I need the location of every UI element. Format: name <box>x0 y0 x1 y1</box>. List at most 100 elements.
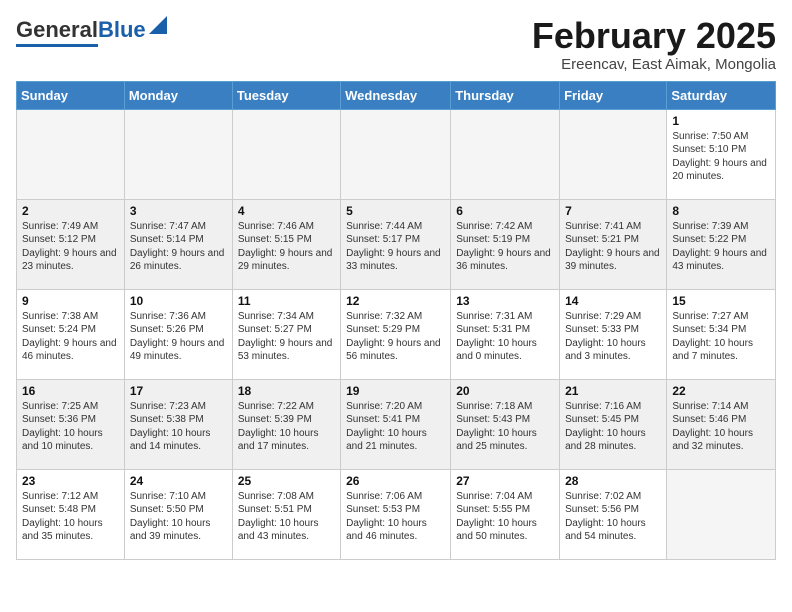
day-number: 12 <box>346 294 445 308</box>
day-info: Sunrise: 7:25 AM Sunset: 5:36 PM Dayligh… <box>22 400 119 454</box>
day-info: Sunrise: 7:29 AM Sunset: 5:33 PM Dayligh… <box>565 310 661 364</box>
weekday-header-monday: Monday <box>124 81 232 109</box>
calendar-day-cell: 23 Sunrise: 7:12 AM Sunset: 5:48 PM Dayli… <box>17 469 125 559</box>
day-number: 15 <box>672 294 770 308</box>
day-info: Sunrise: 7:41 AM Sunset: 5:21 PM Dayligh… <box>565 220 661 274</box>
weekday-header-thursday: Thursday <box>451 81 560 109</box>
calendar-week-row: 1 Sunrise: 7:50 AM Sunset: 5:10 PM Daylig… <box>17 109 776 199</box>
weekday-header-saturday: Saturday <box>667 81 776 109</box>
calendar-day-cell: 21 Sunrise: 7:16 AM Sunset: 5:45 PM Dayli… <box>560 379 667 469</box>
day-number: 25 <box>238 474 335 488</box>
calendar-day-cell: 9Sunrise: 7:38 AM Sunset: 5:24 PM Daylig… <box>17 289 125 379</box>
calendar-week-row: 2Sunrise: 7:49 AM Sunset: 5:12 PM Daylig… <box>17 199 776 289</box>
calendar-day-cell <box>560 109 667 199</box>
logo-underline <box>16 44 98 47</box>
calendar-week-row: 23 Sunrise: 7:12 AM Sunset: 5:48 PM Dayli… <box>17 469 776 559</box>
calendar-day-cell <box>341 109 451 199</box>
day-number: 4 <box>238 204 335 218</box>
calendar-day-cell <box>451 109 560 199</box>
day-number: 6 <box>456 204 554 218</box>
day-info: Sunrise: 7:39 AM Sunset: 5:22 PM Dayligh… <box>672 220 770 274</box>
calendar-day-cell: 25 Sunrise: 7:08 AM Sunset: 5:51 PM Dayli… <box>232 469 340 559</box>
day-info: Sunrise: 7:50 AM Sunset: 5:10 PM Dayligh… <box>672 130 770 184</box>
day-info: Sunrise: 7:36 AM Sunset: 5:26 PM Dayligh… <box>130 310 227 364</box>
logo: General Blue <box>16 16 167 47</box>
calendar-day-cell: 13 Sunrise: 7:31 AM Sunset: 5:31 PM Dayli… <box>451 289 560 379</box>
day-info: Sunrise: 7:22 AM Sunset: 5:39 PM Dayligh… <box>238 400 335 454</box>
day-info: Sunrise: 7:10 AM Sunset: 5:50 PM Dayligh… <box>130 490 227 544</box>
calendar-day-cell: 19Sunrise: 7:20 AM Sunset: 5:41 PM Dayli… <box>341 379 451 469</box>
calendar-day-cell <box>232 109 340 199</box>
calendar-day-cell: 12 Sunrise: 7:32 AM Sunset: 5:29 PM Dayli… <box>341 289 451 379</box>
day-info: Sunrise: 7:12 AM Sunset: 5:48 PM Dayligh… <box>22 490 119 544</box>
calendar-day-cell: 11Sunrise: 7:34 AM Sunset: 5:27 PM Dayli… <box>232 289 340 379</box>
day-info: Sunrise: 7:47 AM Sunset: 5:14 PM Dayligh… <box>130 220 227 274</box>
calendar-day-cell: 6Sunrise: 7:42 AM Sunset: 5:19 PM Daylig… <box>451 199 560 289</box>
calendar-day-cell: 14 Sunrise: 7:29 AM Sunset: 5:33 PM Dayli… <box>560 289 667 379</box>
day-info: Sunrise: 7:08 AM Sunset: 5:51 PM Dayligh… <box>238 490 335 544</box>
day-info: Sunrise: 7:23 AM Sunset: 5:38 PM Dayligh… <box>130 400 227 454</box>
calendar-table: SundayMondayTuesdayWednesdayThursdayFrid… <box>16 81 776 560</box>
logo-triangle-icon <box>149 16 167 34</box>
day-info: Sunrise: 7:18 AM Sunset: 5:43 PM Dayligh… <box>456 400 554 454</box>
day-number: 26 <box>346 474 445 488</box>
calendar-day-cell <box>124 109 232 199</box>
logo-general: General <box>16 17 98 43</box>
day-info: Sunrise: 7:44 AM Sunset: 5:17 PM Dayligh… <box>346 220 445 274</box>
calendar-day-cell: 7 Sunrise: 7:41 AM Sunset: 5:21 PM Daylig… <box>560 199 667 289</box>
calendar-day-cell: 5 Sunrise: 7:44 AM Sunset: 5:17 PM Daylig… <box>341 199 451 289</box>
calendar-week-row: 16 Sunrise: 7:25 AM Sunset: 5:36 PM Dayli… <box>17 379 776 469</box>
calendar-day-cell: 17 Sunrise: 7:23 AM Sunset: 5:38 PM Dayli… <box>124 379 232 469</box>
day-number: 19 <box>346 384 445 398</box>
day-number: 13 <box>456 294 554 308</box>
calendar-day-cell <box>17 109 125 199</box>
day-info: Sunrise: 7:49 AM Sunset: 5:12 PM Dayligh… <box>22 220 119 274</box>
day-info: Sunrise: 7:38 AM Sunset: 5:24 PM Dayligh… <box>22 310 119 364</box>
weekday-header-wednesday: Wednesday <box>341 81 451 109</box>
day-number: 5 <box>346 204 445 218</box>
logo-blue: Blue <box>98 17 146 43</box>
calendar-day-cell: 15 Sunrise: 7:27 AM Sunset: 5:34 PM Dayli… <box>667 289 776 379</box>
calendar-day-cell: 4 Sunrise: 7:46 AM Sunset: 5:15 PM Daylig… <box>232 199 340 289</box>
day-info: Sunrise: 7:14 AM Sunset: 5:46 PM Dayligh… <box>672 400 770 454</box>
day-number: 22 <box>672 384 770 398</box>
calendar-day-cell: 3 Sunrise: 7:47 AM Sunset: 5:14 PM Daylig… <box>124 199 232 289</box>
day-number: 7 <box>565 204 661 218</box>
day-info: Sunrise: 7:06 AM Sunset: 5:53 PM Dayligh… <box>346 490 445 544</box>
day-number: 21 <box>565 384 661 398</box>
calendar-day-cell: 28Sunrise: 7:02 AM Sunset: 5:56 PM Dayli… <box>560 469 667 559</box>
calendar-day-cell: 27Sunrise: 7:04 AM Sunset: 5:55 PM Dayli… <box>451 469 560 559</box>
day-number: 8 <box>672 204 770 218</box>
calendar-day-cell: 10 Sunrise: 7:36 AM Sunset: 5:26 PM Dayli… <box>124 289 232 379</box>
day-info: Sunrise: 7:16 AM Sunset: 5:45 PM Dayligh… <box>565 400 661 454</box>
day-number: 24 <box>130 474 227 488</box>
day-number: 17 <box>130 384 227 398</box>
calendar-day-cell: 1 Sunrise: 7:50 AM Sunset: 5:10 PM Daylig… <box>667 109 776 199</box>
weekday-header-friday: Friday <box>560 81 667 109</box>
day-info: Sunrise: 7:34 AM Sunset: 5:27 PM Dayligh… <box>238 310 335 364</box>
day-number: 10 <box>130 294 227 308</box>
calendar-day-cell: 2Sunrise: 7:49 AM Sunset: 5:12 PM Daylig… <box>17 199 125 289</box>
calendar-day-cell: 24 Sunrise: 7:10 AM Sunset: 5:50 PM Dayli… <box>124 469 232 559</box>
calendar-day-cell: 26 Sunrise: 7:06 AM Sunset: 5:53 PM Dayli… <box>341 469 451 559</box>
day-number: 18 <box>238 384 335 398</box>
calendar-day-cell <box>667 469 776 559</box>
day-number: 3 <box>130 204 227 218</box>
day-number: 16 <box>22 384 119 398</box>
day-number: 20 <box>456 384 554 398</box>
page-title: February 2025 <box>532 16 776 56</box>
day-info: Sunrise: 7:31 AM Sunset: 5:31 PM Dayligh… <box>456 310 554 364</box>
calendar-day-cell: 16 Sunrise: 7:25 AM Sunset: 5:36 PM Dayli… <box>17 379 125 469</box>
calendar-day-cell: 20 Sunrise: 7:18 AM Sunset: 5:43 PM Dayli… <box>451 379 560 469</box>
day-number: 23 <box>22 474 119 488</box>
calendar-day-cell: 8 Sunrise: 7:39 AM Sunset: 5:22 PM Daylig… <box>667 199 776 289</box>
day-info: Sunrise: 7:32 AM Sunset: 5:29 PM Dayligh… <box>346 310 445 364</box>
weekday-header-tuesday: Tuesday <box>232 81 340 109</box>
day-number: 27 <box>456 474 554 488</box>
day-info: Sunrise: 7:46 AM Sunset: 5:15 PM Dayligh… <box>238 220 335 274</box>
day-info: Sunrise: 7:27 AM Sunset: 5:34 PM Dayligh… <box>672 310 770 364</box>
title-block: February 2025 Ereencav, East Aimak, Mong… <box>532 16 776 73</box>
day-number: 14 <box>565 294 661 308</box>
day-number: 1 <box>672 114 770 128</box>
page-header: General Blue February 2025 Ereencav, Eas… <box>16 16 776 73</box>
